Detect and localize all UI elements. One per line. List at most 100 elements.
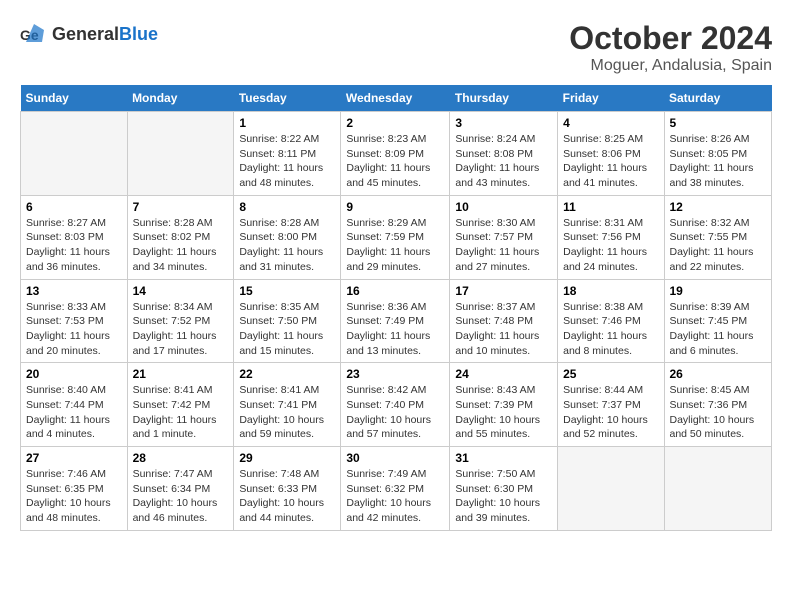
day-info: Sunrise: 8:35 AMSunset: 7:50 PMDaylight:…: [239, 300, 335, 359]
day-info: Sunrise: 8:22 AMSunset: 8:11 PMDaylight:…: [239, 132, 335, 191]
day-number: 7: [133, 200, 229, 214]
day-info: Sunrise: 8:40 AMSunset: 7:44 PMDaylight:…: [26, 383, 122, 442]
calendar-cell: [664, 447, 772, 531]
header-tuesday: Tuesday: [234, 85, 341, 112]
day-info: Sunrise: 8:26 AMSunset: 8:05 PMDaylight:…: [670, 132, 767, 191]
calendar-cell: 19 Sunrise: 8:39 AMSunset: 7:45 PMDaylig…: [664, 279, 772, 363]
week-row-1: 1 Sunrise: 8:22 AMSunset: 8:11 PMDayligh…: [21, 112, 772, 196]
calendar-cell: 1 Sunrise: 8:22 AMSunset: 8:11 PMDayligh…: [234, 112, 341, 196]
logo-icon: Ge: [20, 20, 48, 48]
calendar-cell: 31 Sunrise: 7:50 AMSunset: 6:30 PMDaylig…: [450, 447, 558, 531]
calendar-cell: 2 Sunrise: 8:23 AMSunset: 8:09 PMDayligh…: [341, 112, 450, 196]
calendar-cell: [558, 447, 664, 531]
calendar-cell: 15 Sunrise: 8:35 AMSunset: 7:50 PMDaylig…: [234, 279, 341, 363]
day-number: 23: [346, 367, 444, 381]
header-saturday: Saturday: [664, 85, 772, 112]
logo-blue: Blue: [119, 24, 158, 44]
day-info: Sunrise: 8:39 AMSunset: 7:45 PMDaylight:…: [670, 300, 767, 359]
calendar-cell: 12 Sunrise: 8:32 AMSunset: 7:55 PMDaylig…: [664, 195, 772, 279]
calendar-cell: [127, 112, 234, 196]
day-number: 2: [346, 116, 444, 130]
day-info: Sunrise: 7:50 AMSunset: 6:30 PMDaylight:…: [455, 467, 552, 526]
day-number: 9: [346, 200, 444, 214]
calendar-cell: 21 Sunrise: 8:41 AMSunset: 7:42 PMDaylig…: [127, 363, 234, 447]
day-number: 31: [455, 451, 552, 465]
calendar-cell: 4 Sunrise: 8:25 AMSunset: 8:06 PMDayligh…: [558, 112, 664, 196]
calendar-cell: 26 Sunrise: 8:45 AMSunset: 7:36 PMDaylig…: [664, 363, 772, 447]
day-number: 10: [455, 200, 552, 214]
day-number: 29: [239, 451, 335, 465]
calendar-cell: 9 Sunrise: 8:29 AMSunset: 7:59 PMDayligh…: [341, 195, 450, 279]
day-number: 16: [346, 284, 444, 298]
week-row-5: 27 Sunrise: 7:46 AMSunset: 6:35 PMDaylig…: [21, 447, 772, 531]
day-number: 30: [346, 451, 444, 465]
month-title: October 2024: [569, 20, 772, 57]
day-number: 19: [670, 284, 767, 298]
calendar-cell: 5 Sunrise: 8:26 AMSunset: 8:05 PMDayligh…: [664, 112, 772, 196]
header-wednesday: Wednesday: [341, 85, 450, 112]
day-info: Sunrise: 7:47 AMSunset: 6:34 PMDaylight:…: [133, 467, 229, 526]
day-number: 8: [239, 200, 335, 214]
day-number: 17: [455, 284, 552, 298]
day-info: Sunrise: 8:42 AMSunset: 7:40 PMDaylight:…: [346, 383, 444, 442]
header-thursday: Thursday: [450, 85, 558, 112]
day-info: Sunrise: 8:23 AMSunset: 8:09 PMDaylight:…: [346, 132, 444, 191]
day-number: 1: [239, 116, 335, 130]
calendar-cell: [21, 112, 128, 196]
day-info: Sunrise: 8:25 AMSunset: 8:06 PMDaylight:…: [563, 132, 658, 191]
calendar-cell: 8 Sunrise: 8:28 AMSunset: 8:00 PMDayligh…: [234, 195, 341, 279]
day-number: 28: [133, 451, 229, 465]
calendar-cell: 10 Sunrise: 8:30 AMSunset: 7:57 PMDaylig…: [450, 195, 558, 279]
header-monday: Monday: [127, 85, 234, 112]
calendar-cell: 3 Sunrise: 8:24 AMSunset: 8:08 PMDayligh…: [450, 112, 558, 196]
day-info: Sunrise: 8:41 AMSunset: 7:41 PMDaylight:…: [239, 383, 335, 442]
day-info: Sunrise: 8:33 AMSunset: 7:53 PMDaylight:…: [26, 300, 122, 359]
day-number: 24: [455, 367, 552, 381]
day-info: Sunrise: 8:44 AMSunset: 7:37 PMDaylight:…: [563, 383, 658, 442]
calendar-cell: 29 Sunrise: 7:48 AMSunset: 6:33 PMDaylig…: [234, 447, 341, 531]
day-info: Sunrise: 8:34 AMSunset: 7:52 PMDaylight:…: [133, 300, 229, 359]
header-sunday: Sunday: [21, 85, 128, 112]
day-number: 22: [239, 367, 335, 381]
day-number: 18: [563, 284, 658, 298]
calendar-cell: 17 Sunrise: 8:37 AMSunset: 7:48 PMDaylig…: [450, 279, 558, 363]
calendar-cell: 23 Sunrise: 8:42 AMSunset: 7:40 PMDaylig…: [341, 363, 450, 447]
day-info: Sunrise: 8:32 AMSunset: 7:55 PMDaylight:…: [670, 216, 767, 275]
day-info: Sunrise: 8:41 AMSunset: 7:42 PMDaylight:…: [133, 383, 229, 442]
day-number: 14: [133, 284, 229, 298]
week-row-2: 6 Sunrise: 8:27 AMSunset: 8:03 PMDayligh…: [21, 195, 772, 279]
day-info: Sunrise: 8:45 AMSunset: 7:36 PMDaylight:…: [670, 383, 767, 442]
calendar-cell: 14 Sunrise: 8:34 AMSunset: 7:52 PMDaylig…: [127, 279, 234, 363]
logo-general: General: [52, 24, 119, 44]
calendar-cell: 30 Sunrise: 7:49 AMSunset: 6:32 PMDaylig…: [341, 447, 450, 531]
day-info: Sunrise: 8:31 AMSunset: 7:56 PMDaylight:…: [563, 216, 658, 275]
week-row-3: 13 Sunrise: 8:33 AMSunset: 7:53 PMDaylig…: [21, 279, 772, 363]
day-info: Sunrise: 7:49 AMSunset: 6:32 PMDaylight:…: [346, 467, 444, 526]
day-number: 11: [563, 200, 658, 214]
page-header: Ge GeneralBlue October 2024 Moguer, Anda…: [20, 20, 772, 75]
day-info: Sunrise: 8:38 AMSunset: 7:46 PMDaylight:…: [563, 300, 658, 359]
header-friday: Friday: [558, 85, 664, 112]
day-info: Sunrise: 7:46 AMSunset: 6:35 PMDaylight:…: [26, 467, 122, 526]
day-number: 3: [455, 116, 552, 130]
day-info: Sunrise: 8:28 AMSunset: 8:02 PMDaylight:…: [133, 216, 229, 275]
day-info: Sunrise: 8:43 AMSunset: 7:39 PMDaylight:…: [455, 383, 552, 442]
header-row: Sunday Monday Tuesday Wednesday Thursday…: [21, 85, 772, 112]
day-info: Sunrise: 8:30 AMSunset: 7:57 PMDaylight:…: [455, 216, 552, 275]
calendar-cell: 16 Sunrise: 8:36 AMSunset: 7:49 PMDaylig…: [341, 279, 450, 363]
day-info: Sunrise: 7:48 AMSunset: 6:33 PMDaylight:…: [239, 467, 335, 526]
title-block: October 2024 Moguer, Andalusia, Spain: [569, 20, 772, 75]
day-number: 20: [26, 367, 122, 381]
day-info: Sunrise: 8:27 AMSunset: 8:03 PMDaylight:…: [26, 216, 122, 275]
day-number: 27: [26, 451, 122, 465]
calendar-cell: 13 Sunrise: 8:33 AMSunset: 7:53 PMDaylig…: [21, 279, 128, 363]
day-number: 13: [26, 284, 122, 298]
week-row-4: 20 Sunrise: 8:40 AMSunset: 7:44 PMDaylig…: [21, 363, 772, 447]
calendar-cell: 6 Sunrise: 8:27 AMSunset: 8:03 PMDayligh…: [21, 195, 128, 279]
calendar-cell: 24 Sunrise: 8:43 AMSunset: 7:39 PMDaylig…: [450, 363, 558, 447]
calendar-cell: 22 Sunrise: 8:41 AMSunset: 7:41 PMDaylig…: [234, 363, 341, 447]
calendar-cell: 27 Sunrise: 7:46 AMSunset: 6:35 PMDaylig…: [21, 447, 128, 531]
calendar-cell: 20 Sunrise: 8:40 AMSunset: 7:44 PMDaylig…: [21, 363, 128, 447]
day-info: Sunrise: 8:29 AMSunset: 7:59 PMDaylight:…: [346, 216, 444, 275]
day-number: 25: [563, 367, 658, 381]
